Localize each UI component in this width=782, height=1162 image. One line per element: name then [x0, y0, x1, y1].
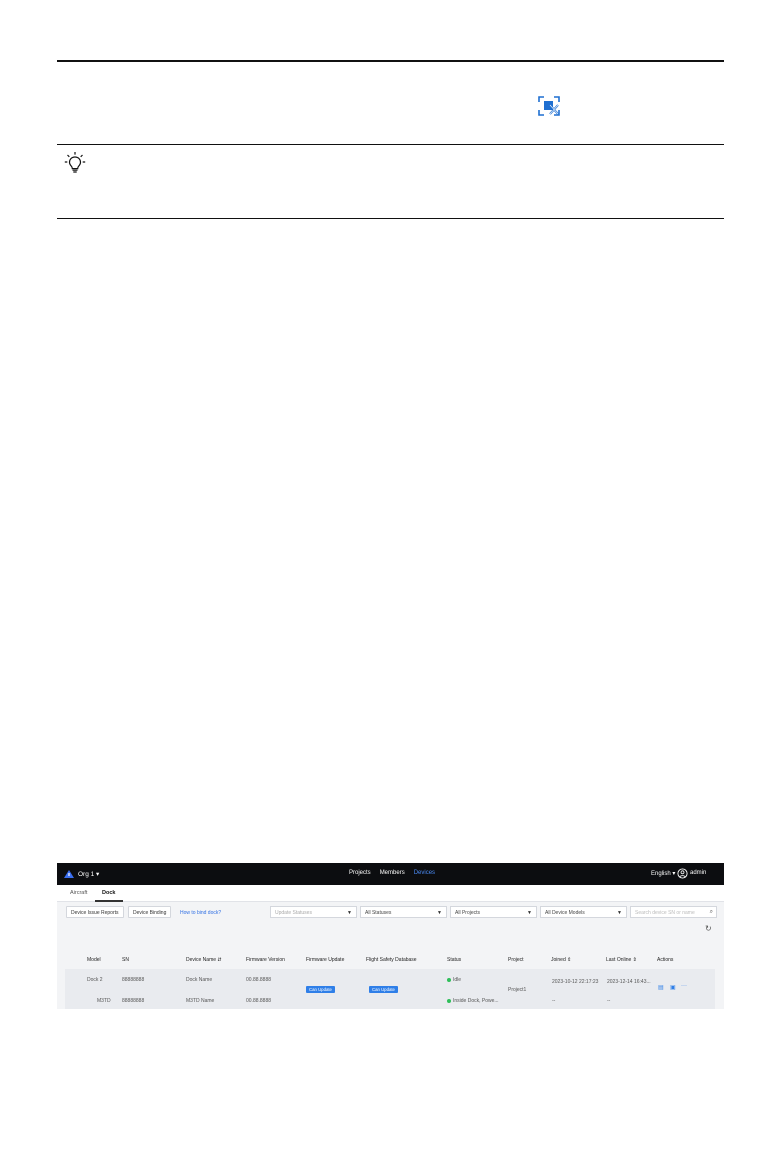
- device-type-tabs: Aircraft Dock: [57, 885, 724, 902]
- user-name[interactable]: admin: [690, 870, 706, 876]
- row1-joined: 2023-10-12 22:17:23: [552, 979, 599, 985]
- row1-firmware: 00.88.8888: [246, 977, 272, 983]
- model-select[interactable]: All Device Models ▼: [540, 906, 627, 918]
- row1-model: Dock 2: [87, 977, 103, 983]
- nav-projects[interactable]: Projects: [349, 870, 371, 876]
- col-project: Project: [508, 957, 524, 963]
- project-cell: Project1: [508, 987, 527, 993]
- how-to-bind-link[interactable]: How to bind dock?: [180, 910, 221, 916]
- row1-status-text: Idle: [453, 977, 462, 983]
- tab-aircraft[interactable]: Aircraft: [70, 890, 87, 896]
- col-last-online[interactable]: Last Online ⇕: [606, 957, 637, 963]
- upgrade-icon[interactable]: ▤: [658, 984, 664, 991]
- model-select-value: All Device Models: [545, 910, 585, 916]
- firmware-can-update-tag[interactable]: Can Update: [306, 986, 335, 993]
- status-select-value: All Statuses: [365, 910, 392, 916]
- col-joined[interactable]: Joined ⇕: [551, 957, 571, 963]
- active-tab-indicator: [95, 900, 123, 902]
- row1-name: Dock Name: [186, 977, 213, 983]
- col-flight-safety-db: Flight Safety Database: [366, 957, 417, 963]
- project-select-value: All Projects: [455, 910, 481, 916]
- row2-sn: 88888888: [122, 998, 145, 1004]
- fsdb-can-update-tag[interactable]: Can Update: [369, 986, 398, 993]
- table-header: Model SN Device Name ⇵ Firmware Version …: [65, 953, 715, 969]
- chevron-down-icon: ▼: [347, 910, 352, 916]
- update-status-select[interactable]: Update Statuses ▼: [270, 906, 357, 918]
- row2-name: M3TD Name: [186, 998, 215, 1004]
- row1-sn: 88888888: [122, 977, 145, 983]
- main-nav: Projects Members Devices: [349, 870, 435, 876]
- tip-bottom-rule: [57, 218, 724, 219]
- nav-members[interactable]: Members: [380, 870, 405, 876]
- device-binding-button[interactable]: Device Binding: [128, 906, 172, 918]
- search-icon[interactable]: ⌕: [710, 909, 713, 916]
- lightbulb-tip-icon: [64, 152, 86, 173]
- tab-dock[interactable]: Dock: [102, 890, 115, 896]
- row2-status-text: Inside Dock, Powe...: [453, 998, 499, 1004]
- col-status: Status: [447, 957, 462, 963]
- col-firmware-update: Firmware Update: [306, 957, 345, 963]
- tip-top-rule: [57, 144, 724, 145]
- row1-status: Idle: [447, 977, 461, 983]
- nav-devices[interactable]: Devices: [414, 870, 435, 876]
- chevron-down-icon: ▼: [437, 910, 442, 916]
- cloud-logo-icon: [64, 870, 74, 878]
- user-avatar-icon[interactable]: [677, 868, 688, 879]
- org-switcher[interactable]: Org 1 ▾: [78, 870, 99, 878]
- refresh-icon[interactable]: ↻: [705, 924, 715, 934]
- edit-icon[interactable]: ▣: [670, 984, 676, 991]
- status-dot: [447, 998, 451, 1003]
- filter-bar: Device Issue Reports Device Binding How …: [57, 903, 724, 923]
- search-placeholder: Search device SN or name: [635, 910, 695, 916]
- col-device-name[interactable]: Device Name ⇵: [186, 957, 222, 963]
- chevron-down-icon: ▼: [617, 910, 622, 916]
- chevron-down-icon: ▼: [527, 910, 532, 916]
- row2-firmware: 00.88.8888: [246, 998, 272, 1004]
- row2-model: M3TD: [97, 998, 111, 1004]
- top-navigation-bar: Org 1 ▾ Projects Members Devices English…: [57, 863, 724, 885]
- language-selector[interactable]: English ▾: [651, 870, 675, 877]
- col-sn: SN: [122, 957, 129, 963]
- search-input[interactable]: Search device SN or name ⌕: [630, 906, 717, 918]
- project-select[interactable]: All Projects ▼: [450, 906, 537, 918]
- row1-last-online: 2023-12-14 16:43...: [607, 979, 651, 985]
- device-maintenance-icon: [538, 96, 560, 116]
- col-actions: Actions: [657, 957, 674, 963]
- status-dot: [447, 977, 451, 982]
- status-select[interactable]: All Statuses ▼: [360, 906, 447, 918]
- top-rule: [57, 60, 724, 62]
- row2-status: Inside Dock, Powe...: [447, 998, 499, 1004]
- row2-last-online: --: [607, 998, 611, 1004]
- more-icon[interactable]: ···: [681, 983, 687, 989]
- device-issue-reports-button[interactable]: Device Issue Reports: [66, 906, 124, 918]
- devices-page-screenshot: Org 1 ▾ Projects Members Devices English…: [57, 863, 724, 1009]
- update-status-value: Update Statuses: [275, 910, 312, 916]
- col-firmware-version: Firmware Version: [246, 957, 285, 963]
- table-row-group: Dock 2 88888888 Dock Name 00.88.8888 Idl…: [65, 969, 715, 1009]
- row2-joined: --: [552, 998, 556, 1004]
- col-model: Model: [87, 957, 101, 963]
